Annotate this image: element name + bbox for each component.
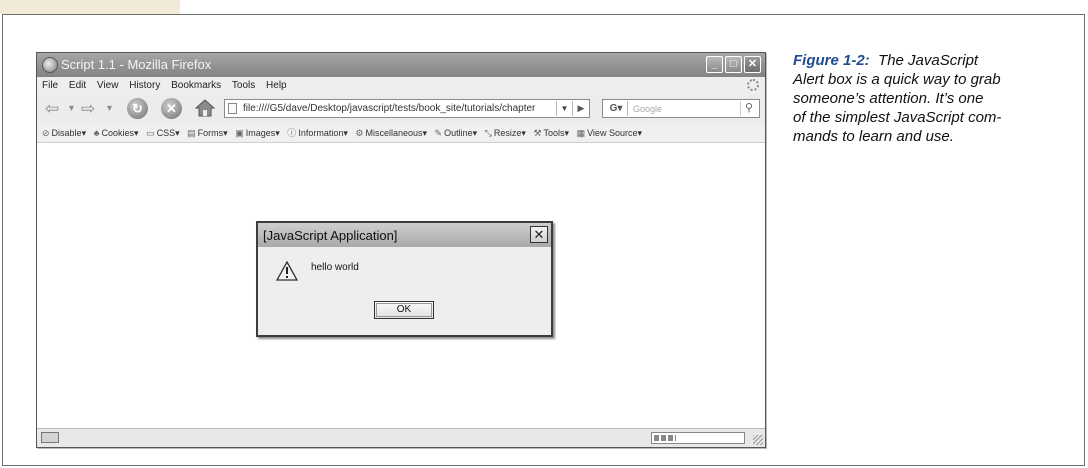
url-history-dropdown-icon[interactable]: ▼ [556, 101, 572, 116]
caption-line-4: of the simplest JavaScript com- [793, 109, 1002, 126]
firefox-icon [42, 57, 58, 73]
figure-label: Figure 1-2: [793, 52, 870, 69]
back-dropdown-icon[interactable]: ▾ [69, 98, 74, 120]
menu-bar: File Edit View History Bookmarks Tools H… [37, 77, 765, 95]
dialog-message: hello world [311, 262, 359, 273]
information-icon: ⓘ [287, 128, 297, 138]
dev-images[interactable]: ▣ Images▾ [235, 128, 280, 139]
progress-meter [651, 432, 745, 444]
dev-images-label: Images [245, 128, 276, 138]
resize-grip[interactable] [753, 435, 763, 445]
search-engine-glyph: G [609, 103, 618, 114]
view-source-icon: ▦ [576, 128, 586, 138]
dev-disable[interactable]: ⊘ Disable▾ [42, 128, 86, 139]
forward-button[interactable]: ⇨ [81, 98, 95, 120]
menu-help[interactable]: Help [266, 80, 287, 91]
progress-fill [654, 435, 676, 441]
firefox-window: Script 1.1 - Mozilla Firefox _ □ ✕ File … [36, 52, 766, 448]
search-placeholder: Google [633, 104, 663, 114]
window-titlebar[interactable]: Script 1.1 - Mozilla Firefox _ □ ✕ [37, 53, 765, 77]
caption-line-5: mands to learn and use. [793, 128, 954, 145]
menu-view[interactable]: View [97, 80, 119, 91]
search-box[interactable]: G▾ Google ⚲ [602, 99, 760, 118]
window-title: Script 1.1 - Mozilla Firefox [61, 57, 212, 72]
dev-resize[interactable]: ⤡ Resize▾ [485, 128, 526, 139]
home-button[interactable] [195, 98, 215, 118]
dev-outline[interactable]: ✎ Outline▾ [435, 128, 478, 139]
url-text[interactable]: file:////G5/dave/Desktop/javascript/test… [243, 103, 557, 114]
menu-history[interactable]: History [129, 80, 160, 91]
outline-icon: ✎ [434, 128, 443, 138]
page-corner-tab [0, 0, 180, 14]
forms-icon: ▤ [187, 128, 196, 138]
tools-icon: ⚒ [533, 128, 542, 138]
throbber-icon [747, 79, 759, 91]
dev-tools[interactable]: ⚒ Tools▾ [533, 128, 569, 139]
figure-caption: Figure 1-2: The JavaScript Alert box is … [793, 51, 1083, 146]
minimize-button[interactable]: _ [706, 56, 723, 73]
dev-information[interactable]: ⓘ Information▾ [287, 126, 348, 139]
caption-line-3: someone’s attention. It’s one [793, 90, 984, 107]
dev-view-source-label: View Source [587, 128, 638, 138]
dev-resize-label: Resize [493, 128, 522, 138]
maximize-button[interactable]: □ [725, 56, 742, 73]
ok-button[interactable]: OK [374, 301, 434, 319]
dev-cookies[interactable]: ♣ Cookies▾ [94, 128, 139, 139]
alert-dialog: [JavaScript Application] ✕ hello world O… [256, 221, 553, 337]
menu-tools[interactable]: Tools [232, 80, 255, 91]
dev-cookies-label: Cookies [101, 128, 135, 138]
dialog-title: [JavaScript Application] [263, 228, 398, 243]
web-developer-toolbar: ⊘ Disable▾ ♣ Cookies▾ ▭ CSS▾ ▤ Forms▾ ▣ Image… [37, 123, 765, 143]
dev-forms-label: Forms [197, 128, 224, 138]
figure-frame: Script 1.1 - Mozilla Firefox _ □ ✕ File … [2, 14, 1085, 466]
dialog-close-button[interactable]: ✕ [530, 226, 548, 243]
disable-icon: ⊘ [42, 128, 50, 138]
resize-icon: ⤡ [484, 128, 492, 138]
stop-button[interactable]: ✕ [161, 98, 182, 119]
dev-forms[interactable]: ▤ Forms▾ [187, 128, 228, 139]
caption-line-2: Alert box is a quick way to grab [793, 71, 1001, 88]
back-button[interactable]: ⇦ [45, 98, 59, 120]
search-icon[interactable]: ⚲ [740, 101, 757, 116]
images-icon: ▣ [235, 128, 244, 138]
url-bar[interactable]: file:////G5/dave/Desktop/javascript/test… [224, 99, 590, 118]
forward-dropdown-icon[interactable]: ▾ [107, 98, 112, 120]
caption-line-1: Figure 1-2: The JavaScript [793, 51, 1083, 70]
dev-tools-label: Tools [543, 128, 565, 138]
go-icon[interactable]: ▶ [572, 101, 589, 116]
close-button[interactable]: ✕ [744, 56, 761, 73]
status-bar [37, 428, 765, 447]
dev-view-source[interactable]: ▦ View Source▾ [577, 128, 642, 139]
dev-miscellaneous-label: Miscellaneous [365, 128, 423, 138]
dev-disable-label: Disable [51, 128, 82, 138]
menu-file[interactable]: File [42, 80, 58, 91]
dialog-titlebar[interactable]: [JavaScript Application] ✕ [258, 223, 551, 247]
reload-button[interactable]: ↻ [127, 98, 148, 119]
dev-miscellaneous[interactable]: ⚙ Miscellaneous▾ [355, 128, 427, 139]
home-icon [195, 99, 215, 117]
page-icon [228, 103, 237, 114]
status-icon [41, 432, 59, 443]
menu-bookmarks[interactable]: Bookmarks [171, 80, 221, 91]
dev-css[interactable]: ▭ CSS▾ [146, 128, 180, 139]
caption-text-1: The JavaScript [878, 52, 979, 69]
dev-information-label: Information [298, 128, 344, 138]
dev-outline-label: Outline [444, 128, 473, 138]
window-controls: _ □ ✕ [706, 56, 761, 73]
miscellaneous-icon: ⚙ [355, 128, 364, 138]
search-engine-icon[interactable]: G▾ [605, 101, 628, 116]
cookies-icon: ♣ [93, 128, 100, 138]
menu-edit[interactable]: Edit [69, 80, 86, 91]
dev-css-label: CSS [156, 128, 176, 138]
css-icon: ▭ [146, 128, 155, 138]
warning-icon [276, 261, 298, 281]
navigation-toolbar: ⇦ ▾ ⇨ ▾ ↻ ✕ file:////G5/dave/Desktop/jav… [37, 95, 765, 124]
